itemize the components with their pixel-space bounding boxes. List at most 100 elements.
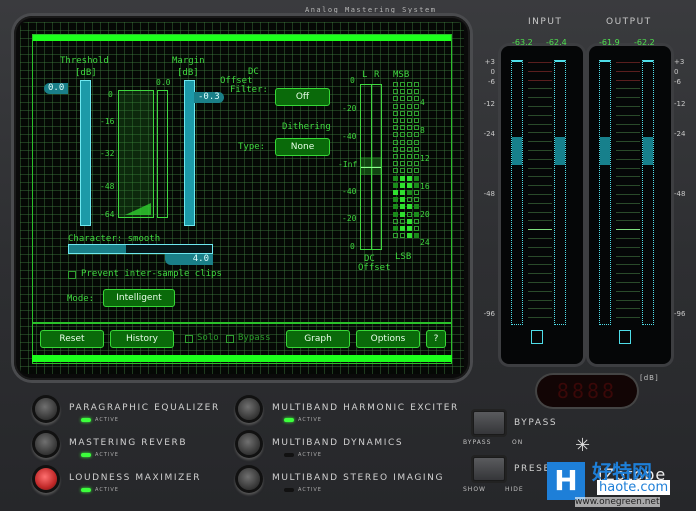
bit-cell <box>407 175 412 181</box>
output-rms-segment <box>616 185 640 187</box>
output-rms-segment <box>616 273 640 275</box>
module-name[interactable]: MASTERING REVERB <box>69 438 187 448</box>
character-label: Character: smooth <box>68 234 161 244</box>
presets-button[interactable] <box>473 457 505 481</box>
input-rms-segment <box>528 132 552 134</box>
bit-cell <box>400 139 405 145</box>
input-rms-segment <box>528 238 552 239</box>
input-rms-segment <box>528 79 552 81</box>
output-rms-segment <box>616 167 640 169</box>
bit-cell <box>400 132 405 138</box>
bit-cell <box>414 110 419 116</box>
bit-cell <box>400 182 405 188</box>
margin-label: Margin <box>172 56 205 66</box>
input-rms-segment <box>528 70 552 72</box>
bit-cell <box>400 146 405 152</box>
help-button[interactable]: ? <box>426 330 446 348</box>
output-rms-segment <box>616 317 640 319</box>
module-toggle-button[interactable] <box>238 398 260 420</box>
margin-value[interactable]: -0.3 <box>194 92 224 103</box>
module-toggle-button[interactable] <box>35 468 57 490</box>
input-rms-segment <box>528 273 552 275</box>
module-active-led <box>81 418 91 422</box>
output-rms-segment <box>616 62 640 63</box>
module-name[interactable]: MULTIBAND STEREO IMAGING <box>272 473 444 483</box>
bit-cell <box>407 168 412 174</box>
prevent-clips-label: Prevent inter-sample clips <box>81 269 222 279</box>
izotope-star-icon: ✳ <box>575 435 591 456</box>
dithering-label: Dithering <box>282 122 331 132</box>
bit-cell <box>414 175 419 181</box>
output-rms-segment <box>616 141 640 143</box>
module-toggle-button[interactable] <box>238 433 260 455</box>
bit-cell <box>407 110 412 116</box>
prevent-clips-checkbox[interactable] <box>68 271 76 279</box>
module-active-led <box>81 453 91 457</box>
input-rms-segment <box>528 264 552 266</box>
bit-cell <box>414 146 419 152</box>
character-slider[interactable] <box>68 244 213 254</box>
dc-filter-dropdown[interactable]: Off <box>275 88 330 106</box>
output-rms-segment <box>616 238 640 239</box>
input-link-icon[interactable] <box>531 330 543 344</box>
input-right-peak: -62.4 <box>546 38 567 47</box>
bit-cell <box>414 182 419 188</box>
output-rms-segment <box>616 106 640 107</box>
output-rms-segment <box>616 246 640 248</box>
bit-cell <box>393 132 398 138</box>
bit-cell <box>407 197 412 203</box>
bypass-checkbox[interactable] <box>226 335 234 343</box>
module-active-led <box>284 453 294 457</box>
meter-scale-tick: -24 <box>483 130 495 138</box>
output-rms-segment <box>616 194 640 195</box>
bit-cell <box>400 226 405 231</box>
bit-cell <box>393 89 398 95</box>
output-rms-segment <box>616 123 640 125</box>
input-rms-segment <box>528 194 552 195</box>
bypass-button[interactable] <box>473 411 505 435</box>
input-rms-segment <box>528 88 552 90</box>
output-rms-segment <box>616 176 640 178</box>
presets-option-show: SHOW <box>463 486 486 493</box>
dither-type-label: Type: <box>238 142 266 152</box>
module-toggle-button[interactable] <box>35 398 57 420</box>
bit-cell <box>393 190 398 195</box>
history-button[interactable]: History <box>110 330 174 348</box>
module-name[interactable]: MULTIBAND HARMONIC EXCITER <box>272 403 459 413</box>
reset-button[interactable]: Reset <box>40 330 104 348</box>
maximizer-screen: Threshold [dB] 0.0 0 -16 -32 -48 -64 0.0… <box>20 22 464 374</box>
input-rms-segment <box>528 150 552 151</box>
bit-cell <box>400 218 405 224</box>
input-rms-segment <box>528 97 552 99</box>
presets-option-hide: HIDE <box>505 486 524 493</box>
module-toggle-button[interactable] <box>238 468 260 490</box>
bit-cell <box>400 233 405 239</box>
bit-cell <box>400 125 405 131</box>
mode-dropdown[interactable]: Intelligent <box>103 289 175 307</box>
module-toggle-button[interactable] <box>35 433 57 455</box>
bit-cell <box>393 139 398 145</box>
graph-button[interactable]: Graph <box>286 330 350 348</box>
bit-cell <box>407 233 412 239</box>
module-active-led <box>81 488 91 492</box>
threshold-slider[interactable] <box>80 80 91 226</box>
output-rms-segment <box>616 88 640 90</box>
threshold-value[interactable]: 0.0 <box>44 83 69 94</box>
meter-peak-fill <box>643 137 653 165</box>
bit-cell <box>393 204 398 210</box>
lcd-display: 8888 <box>537 375 637 407</box>
module-name[interactable]: MULTIBAND DYNAMICS <box>272 438 403 448</box>
meter-peak-fill <box>512 137 522 165</box>
options-button[interactable]: Options <box>356 330 420 348</box>
output-link-icon[interactable] <box>619 330 631 344</box>
bit-cell <box>414 204 419 210</box>
module-name[interactable]: PARAGRAPHIC EQUALIZER <box>69 403 220 413</box>
input-rms-segment <box>528 114 552 116</box>
input-rms-segment <box>528 176 552 178</box>
module-name[interactable]: LOUDNESS MAXIMIZER <box>69 473 201 483</box>
output-rms-segment <box>616 255 640 257</box>
watermark-logo: H <box>547 462 585 500</box>
dither-type-dropdown[interactable]: None <box>275 138 330 156</box>
solo-checkbox[interactable] <box>185 335 193 343</box>
bit-cell <box>414 154 419 159</box>
